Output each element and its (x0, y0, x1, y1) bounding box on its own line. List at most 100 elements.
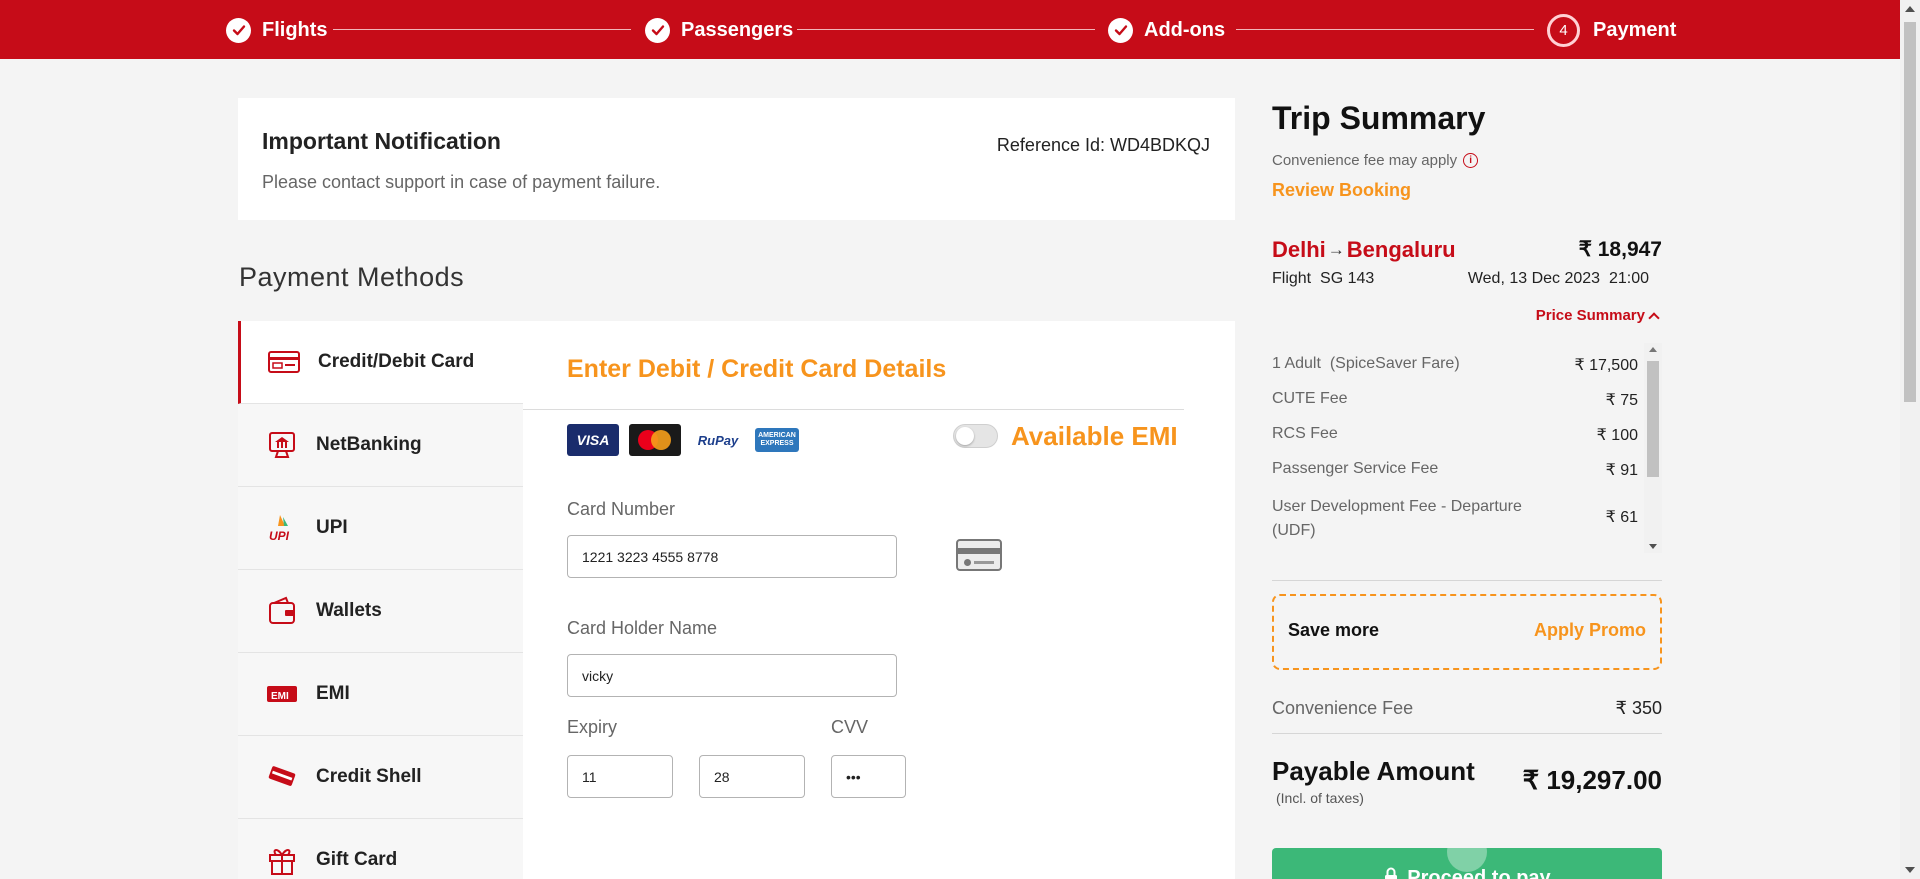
emi-toggle[interactable] (953, 424, 998, 448)
save-more-label: Save more (1288, 620, 1380, 640)
scroll-down-arrow-icon[interactable] (1649, 544, 1657, 549)
price-summary-toggle[interactable]: Price Summary (1536, 307, 1660, 324)
step-flights[interactable]: Flights (226, 15, 328, 45)
scroll-down-arrow-icon[interactable] (1905, 867, 1915, 873)
expiry-year-input[interactable]: 28 (699, 755, 805, 798)
amex-logo: AMERICAN EXPRESS (755, 428, 799, 452)
method-label: NetBanking (316, 434, 422, 455)
expiry-label: Expiry (567, 717, 618, 737)
cvv-label: CVV (831, 717, 869, 737)
pay-button-label: Proceed to pay (1407, 867, 1551, 879)
card-network-logos: VISA RuPay AMERICAN EXPRESS (567, 424, 809, 456)
card-number-input[interactable]: 1221 3223 4555 8778 (567, 535, 897, 578)
flight-date: Wed, 13 Dec 2023 21:00 (1467, 270, 1649, 287)
convenience-fee-row: Convenience Fee ₹ 350 (1272, 698, 1662, 718)
apply-promo-button[interactable]: Apply Promo (1534, 620, 1646, 641)
step-connector (797, 29, 1095, 30)
check-icon (226, 17, 251, 43)
bank-icon (266, 429, 298, 461)
step-add-ons[interactable]: Add-ons (1108, 15, 1225, 45)
card-holder-label: Card Holder Name (567, 618, 718, 638)
credit-card-icon (268, 346, 300, 378)
upi-icon: UPI (266, 512, 298, 544)
lock-icon (1383, 867, 1399, 879)
divider (1272, 580, 1662, 581)
destination-city: Bengaluru (1346, 237, 1456, 262)
payable-amount-label: Payable Amount (1272, 756, 1475, 786)
wallet-icon (266, 595, 298, 627)
price-row: CUTE Fee ₹ 75 (1272, 390, 1638, 409)
page-scrollbar[interactable] (1900, 0, 1920, 879)
step-label: Add-ons (1144, 18, 1226, 41)
method-emi[interactable]: EMI EMI (238, 653, 523, 736)
card-number-label: Card Number (567, 499, 676, 519)
step-label: Flights (262, 18, 328, 41)
available-emi-label: Available EMI (1011, 421, 1178, 451)
method-label: Gift Card (316, 849, 398, 870)
info-icon[interactable]: i (1463, 153, 1479, 168)
method-wallets[interactable]: Wallets (238, 570, 523, 653)
rupay-logo: RuPay (697, 432, 739, 448)
price-summary-list: 1 Adult (SpiceSaver Fare) ₹ 17,500 CUTE … (1272, 343, 1662, 553)
method-upi[interactable]: UPI UPI (238, 487, 523, 570)
proceed-to-pay-button[interactable]: Proceed to pay (1272, 848, 1662, 879)
chevron-up-icon (1648, 311, 1660, 324)
scrollbar-thumb[interactable] (1904, 22, 1916, 402)
notification-message: Please contact support in case of paymen… (262, 172, 661, 192)
step-number: 4 (1547, 13, 1580, 47)
card-icon (956, 539, 1002, 571)
method-label: Credit/Debit Card (318, 351, 475, 372)
price-row: Passenger Service Fee ₹ 91 (1272, 460, 1638, 479)
method-credit-debit-card[interactable]: Credit/Debit Card (238, 321, 523, 404)
reference-id: Reference Id: WD4BDKQJ (996, 135, 1210, 155)
incl-taxes-note: (Incl. of taxes) (1276, 790, 1364, 806)
method-label: EMI (316, 683, 350, 704)
visa-logo: VISA (567, 424, 619, 456)
price-summary-scrollbar[interactable] (1644, 343, 1662, 553)
promo-box: Save more Apply Promo (1272, 594, 1662, 670)
toggle-knob (956, 427, 974, 445)
method-label: Credit Shell (316, 766, 422, 787)
credit-shell-icon (266, 761, 298, 793)
step-label: Passengers (681, 18, 794, 41)
svg-text:UPI: UPI (269, 529, 290, 543)
scroll-up-arrow-icon[interactable] (1649, 347, 1657, 352)
price-row: RCS Fee ₹ 100 (1272, 425, 1638, 444)
method-netbanking[interactable]: NetBanking (238, 404, 523, 487)
method-gift-card[interactable]: Gift Card (238, 819, 523, 879)
review-booking-link[interactable]: Review Booking (1272, 180, 1411, 201)
trip-price: ₹ 18,947 (1578, 238, 1662, 261)
important-notification: Important Notification Please contact su… (238, 98, 1235, 220)
svg-text:EMI: EMI (271, 691, 289, 702)
step-connector (1236, 29, 1534, 30)
trip-summary-title: Trip Summary (1272, 100, 1486, 136)
mastercard-logo (629, 424, 681, 456)
scroll-up-arrow-icon[interactable] (1905, 6, 1915, 12)
method-label: Wallets (316, 600, 382, 621)
card-details-title: Enter Debit / Credit Card Details (567, 355, 947, 383)
step-label: Payment (1593, 18, 1677, 41)
method-credit-shell[interactable]: Credit Shell (238, 736, 523, 819)
method-label: UPI (316, 517, 348, 538)
card-details-panel: Enter Debit / Credit Card Details VISA R… (523, 321, 1235, 879)
flight-route: Delhi → Bengaluru (1272, 237, 1456, 263)
divider (1272, 733, 1662, 734)
progress-stepper: Flights Passengers Add-ons 4 Payment (0, 0, 1900, 59)
notification-title: Important Notification (262, 128, 501, 154)
card-holder-input[interactable]: vicky (567, 654, 897, 697)
cvv-input[interactable]: ••• (831, 755, 906, 798)
emi-icon: EMI (266, 678, 298, 710)
arrow-right-icon: → (1327, 240, 1345, 259)
check-icon (1108, 17, 1133, 43)
payment-method-list: Credit/Debit Card NetBanking UPI UPI Wal… (238, 321, 523, 879)
price-row: User Development Fee - Departure (UDF) ₹… (1272, 498, 1638, 539)
check-icon (645, 17, 670, 43)
payable-amount-value: ₹ 19,297.00 (1522, 765, 1662, 795)
convenience-fee-note: Convenience fee may apply i (1272, 152, 1479, 169)
flight-number: Flight SG 143 (1272, 270, 1375, 287)
step-payment: 4 Payment (1547, 13, 1677, 47)
step-passengers[interactable]: Passengers (645, 15, 793, 45)
payment-methods-title: Payment Methods (239, 262, 465, 292)
scrollbar-thumb[interactable] (1647, 361, 1659, 477)
expiry-month-input[interactable]: 11 (567, 755, 673, 798)
